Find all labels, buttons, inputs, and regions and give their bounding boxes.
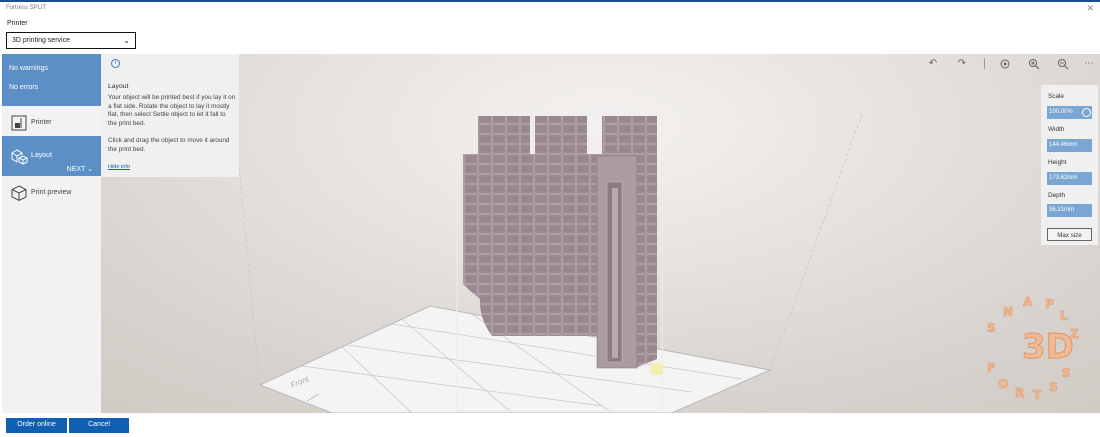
layout-icon	[11, 149, 28, 165]
chevron-down-icon: ⌄	[123, 36, 130, 45]
nav-item-label: Print preview	[31, 189, 72, 196]
errors-status: No errors	[9, 84, 39, 91]
svg-text:S: S	[1049, 380, 1058, 394]
info-icon[interactable]: i	[111, 59, 120, 68]
svg-text:F: F	[987, 361, 995, 375]
info-title: Layout	[108, 83, 129, 90]
height-value: 173.62mm	[1049, 175, 1078, 181]
info-paragraph: Your object will be printed best if you …	[108, 94, 236, 127]
zoom-out-icon[interactable]	[1056, 58, 1070, 70]
printer-label: Printer	[7, 20, 28, 27]
nav-item-label: Printer	[31, 119, 52, 126]
next-label: NEXT	[66, 166, 86, 173]
width-label: Width	[1048, 126, 1065, 133]
nav-item-print-preview[interactable]: Print preview	[2, 176, 101, 210]
order-online-button[interactable]: Order online	[6, 418, 67, 433]
depth-field[interactable]: 36.31mm	[1047, 204, 1092, 217]
more-icon[interactable]: ⋯	[1082, 58, 1096, 70]
reset-scale-icon[interactable]	[1082, 108, 1091, 117]
printer-select[interactable]: 3D printing service ⌄	[6, 32, 136, 49]
width-value: 144.46mm	[1049, 142, 1078, 148]
nav-item-printer[interactable]: Printer	[2, 106, 101, 140]
properties-panel: Scale 100.00% Width 144.46mm Height 173.…	[1041, 85, 1098, 245]
svg-text:N: N	[1003, 305, 1013, 319]
svg-text:Z: Z	[1070, 327, 1079, 341]
hide-info-link[interactable]: Hide info	[108, 163, 130, 172]
svg-text:T: T	[1033, 388, 1042, 402]
close-icon[interactable]: ✕	[1086, 3, 1094, 14]
svg-text:3D: 3D	[1022, 327, 1074, 367]
fortress-model[interactable]	[463, 116, 657, 369]
nav-item-layout[interactable]: Layout NEXT ⌄	[2, 136, 101, 176]
info-panel: Layout Your object will be printed best …	[101, 74, 239, 177]
svg-text:S: S	[987, 321, 996, 335]
undo-icon[interactable]: ↶	[926, 58, 940, 70]
toolbar-divider	[984, 58, 985, 69]
status-box: No warnings No errors	[2, 54, 101, 106]
svg-text:O: O	[998, 377, 1008, 391]
footer-bar	[0, 413, 1100, 437]
scale-label: Scale	[1048, 93, 1064, 100]
scale-value: 100.00%	[1049, 109, 1073, 115]
svg-text:P: P	[1045, 297, 1054, 311]
cancel-button[interactable]: Cancel	[69, 418, 129, 433]
window-top-border	[0, 0, 1100, 2]
left-nav: No warnings No errors Printer Layout NEX…	[2, 54, 101, 413]
next-button[interactable]: NEXT ⌄	[67, 165, 93, 173]
svg-text:L: L	[1060, 309, 1068, 323]
svg-text:A: A	[1023, 295, 1033, 309]
printer-icon	[11, 115, 27, 131]
depth-label: Depth	[1048, 192, 1066, 199]
warnings-status: No warnings	[9, 65, 48, 72]
svg-text:S: S	[1062, 366, 1071, 380]
view-icon[interactable]	[998, 58, 1012, 70]
svg-text:R: R	[1015, 386, 1024, 400]
printer-select-value: 3D printing service	[12, 37, 70, 44]
watermark-logo: 3D SNA PLZ FOR TSS	[987, 295, 1080, 403]
window-title: Fortress SPLIT	[6, 5, 47, 11]
width-field[interactable]: 144.46mm	[1047, 139, 1092, 152]
info-header: i	[101, 54, 239, 74]
redo-icon[interactable]: ↷	[955, 58, 969, 70]
info-paragraph: Click and drag the object to move it aro…	[108, 137, 230, 153]
height-field[interactable]: 173.62mm	[1047, 172, 1092, 185]
height-label: Height	[1048, 159, 1067, 166]
zoom-in-icon[interactable]	[1027, 58, 1041, 70]
depth-value: 36.31mm	[1049, 207, 1075, 213]
nav-item-label: Layout	[31, 152, 53, 159]
max-size-button[interactable]: Max size	[1047, 228, 1092, 241]
cube-icon	[11, 185, 27, 202]
bed-marker	[651, 363, 663, 375]
